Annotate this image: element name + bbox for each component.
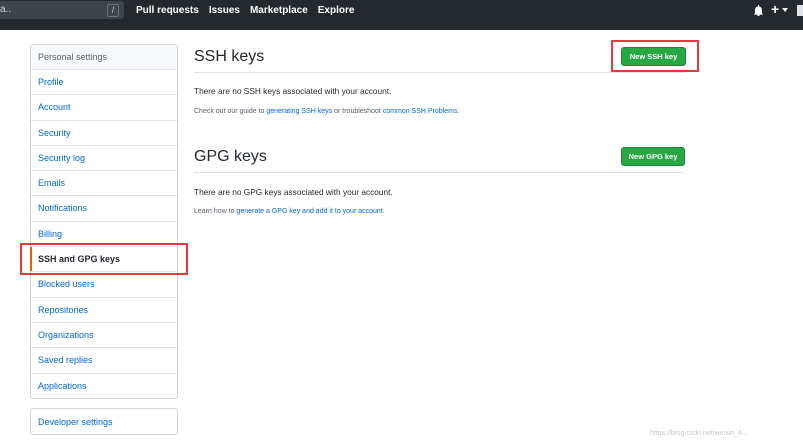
slash-shortcut-key: / bbox=[107, 4, 119, 17]
header-nav: Pull requests Issues Marketplace Explore bbox=[136, 5, 354, 16]
sidebar-item-repositories[interactable]: Repositories bbox=[31, 298, 177, 323]
common-ssh-problems-link[interactable]: common SSH Problems bbox=[383, 108, 458, 115]
settings-sidebar: Personal settings Profile Account Securi… bbox=[30, 44, 178, 399]
sidebar-item-blocked-users[interactable]: Blocked users bbox=[31, 272, 177, 298]
gpg-help-note: Learn how to generate a GPG key and add … bbox=[194, 208, 385, 215]
caret-down-icon[interactable] bbox=[782, 8, 788, 12]
plus-icon[interactable]: + bbox=[771, 2, 779, 16]
sidebar-item-profile[interactable]: Profile bbox=[31, 70, 177, 96]
bell-icon[interactable] bbox=[753, 5, 764, 16]
sidebar-title: Personal settings bbox=[31, 45, 177, 70]
ssh-keys-title: SSH keys bbox=[194, 48, 265, 65]
nav-marketplace[interactable]: Marketplace bbox=[250, 5, 308, 16]
avatar[interactable] bbox=[797, 5, 803, 16]
new-gpg-key-button[interactable]: New GPG key bbox=[621, 147, 685, 166]
gpg-note-text: Learn how to bbox=[194, 208, 237, 215]
sidebar-item-organizations[interactable]: Organizations bbox=[31, 323, 177, 349]
generating-ssh-keys-link[interactable]: generating SSH keys bbox=[266, 108, 332, 115]
ssh-divider bbox=[194, 72, 685, 73]
sidebar-item-notifications[interactable]: Notifications bbox=[31, 196, 177, 222]
nav-explore[interactable]: Explore bbox=[318, 5, 355, 16]
nav-issues[interactable]: Issues bbox=[209, 5, 240, 16]
search-input[interactable]: a.. / bbox=[0, 1, 124, 19]
sidebar-item-security-log[interactable]: Security log bbox=[31, 146, 177, 172]
gpg-divider bbox=[194, 172, 685, 173]
sidebar-item-emails[interactable]: Emails bbox=[31, 171, 177, 197]
gpg-empty-message: There are no GPG keys associated with yo… bbox=[194, 187, 393, 197]
ssh-empty-message: There are no SSH keys associated with yo… bbox=[194, 86, 392, 96]
sidebar-item-security[interactable]: Security bbox=[31, 121, 177, 146]
ssh-gpg-keys-highlight bbox=[20, 243, 188, 275]
search-text: a.. bbox=[0, 4, 12, 15]
sidebar-item-account[interactable]: Account bbox=[31, 95, 177, 121]
watermark: https://blog.csdn.net/weixin_4... bbox=[650, 430, 748, 437]
generate-gpg-key-link[interactable]: generate a GPG key and add it to your ac… bbox=[236, 208, 382, 215]
ssh-help-note: Check out our guide to generating SSH ke… bbox=[194, 108, 459, 115]
ssh-note-text: Check out our guide to bbox=[194, 108, 267, 115]
gpg-note-text-end: . bbox=[382, 208, 385, 215]
nav-pull-requests[interactable]: Pull requests bbox=[136, 5, 199, 16]
ssh-note-text-mid: or troubleshoot bbox=[332, 108, 383, 115]
new-ssh-key-highlight bbox=[611, 40, 699, 72]
ssh-note-text-end: . bbox=[457, 108, 460, 115]
top-header: a.. / Pull requests Issues Marketplace E… bbox=[0, 0, 803, 30]
developer-settings-link[interactable]: Developer settings bbox=[30, 408, 178, 435]
sidebar-item-applications[interactable]: Applications bbox=[31, 374, 177, 399]
gpg-keys-title: GPG keys bbox=[194, 148, 267, 165]
sidebar-item-saved-replies[interactable]: Saved replies bbox=[31, 348, 177, 374]
